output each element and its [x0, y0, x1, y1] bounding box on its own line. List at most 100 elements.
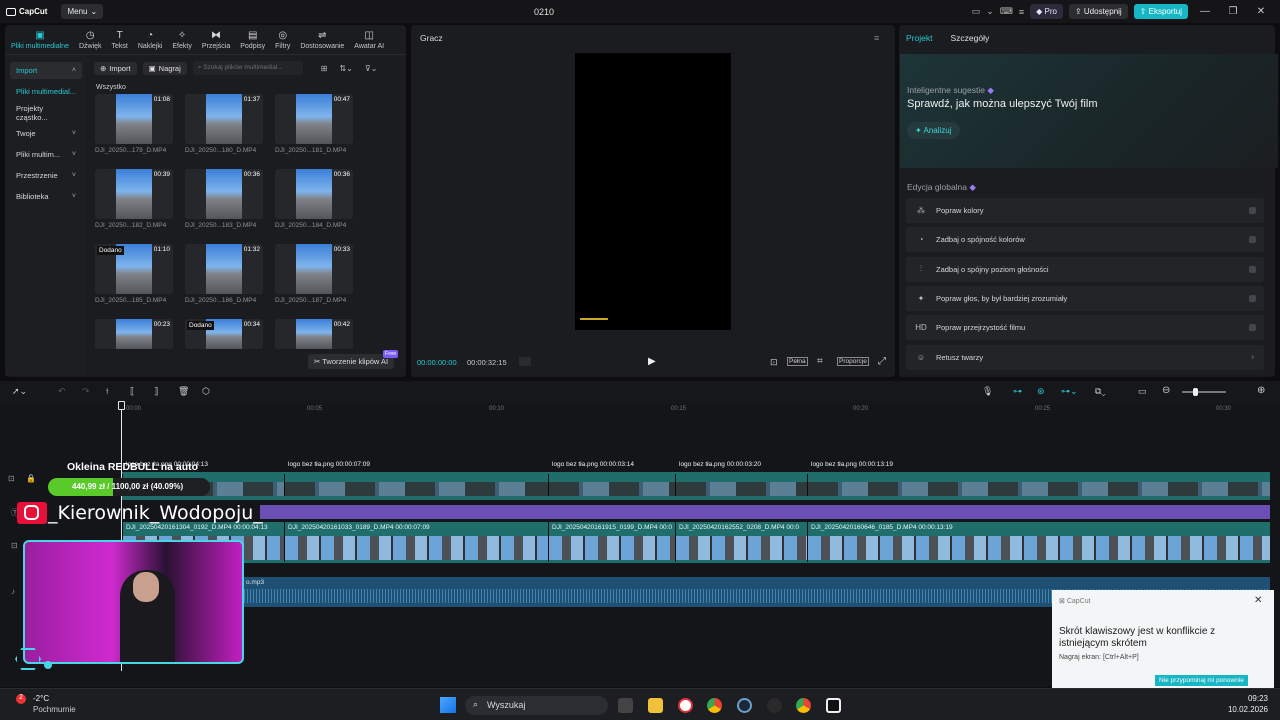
video-preview[interactable] — [575, 53, 731, 330]
maximize-icon[interactable]: ❐ — [1222, 6, 1244, 17]
microphone-icon[interactable]: 🎙 — [982, 386, 993, 397]
play-icon[interactable]: ▶ — [648, 356, 656, 367]
sidebar-item[interactable]: Biblioteka ˅ — [10, 188, 82, 205]
lock-icon[interactable]: 🔒 — [26, 474, 36, 483]
taskbar-search[interactable]: ⌕ Wyszukaj — [465, 696, 608, 715]
capcut-taskbar-icon[interactable] — [826, 698, 841, 713]
export-button[interactable]: ⇧ Eksportuj — [1133, 4, 1188, 19]
media-item[interactable]: 01:32 DJI_20250...186_D.MP4 — [185, 244, 263, 304]
toggle-switch[interactable] — [1249, 265, 1256, 273]
toggle-switch[interactable] — [1249, 207, 1256, 214]
chrome-icon[interactable] — [707, 698, 722, 713]
close-icon[interactable]: ✕ — [1250, 6, 1272, 17]
text-track[interactable] — [260, 505, 1270, 519]
windows-start-icon[interactable] — [440, 697, 456, 713]
media-item[interactable]: 01:37 DJI_20250...180_D.MP4 — [185, 94, 263, 154]
preview-axis-icon[interactable]: ⧉⌄ — [1095, 386, 1106, 397]
hamburger-icon[interactable]: ≡ — [1019, 7, 1024, 17]
sticker-clip[interactable]: logo bez tła.png 00:00:07:09 — [284, 461, 548, 496]
tab-avatar[interactable]: ◫ Awatar AI — [349, 26, 389, 54]
toast-close-icon[interactable]: ✕ — [1254, 595, 1262, 606]
sidebar-item[interactable]: Twoje ˅ — [10, 125, 82, 142]
steam-icon[interactable] — [737, 698, 752, 713]
tab-captions[interactable]: ▤ Podpisy — [235, 26, 270, 54]
record-button[interactable]: ▣ Nagraj — [142, 61, 187, 75]
filter-icon[interactable]: ⊽⌄ — [365, 64, 378, 73]
split-icon[interactable]: ⟊ — [106, 386, 108, 397]
player-menu-icon[interactable]: ≡ — [874, 33, 879, 43]
media-item[interactable]: 00:36 DJI_20250...184_D.MP4 — [275, 169, 353, 229]
toggle-switch[interactable] — [1249, 294, 1256, 302]
sidebar-item[interactable]: Projekty cząstko... — [10, 104, 82, 122]
fullscreen-icon[interactable]: ⤢ — [878, 356, 886, 367]
sidebar-item[interactable]: Import ˄ — [10, 62, 82, 79]
timecode-toggle-icon[interactable] — [519, 357, 531, 366]
zoom-out-icon[interactable]: ⊖ — [1162, 385, 1170, 396]
weather-desc[interactable]: Pochmurnie — [33, 705, 76, 714]
project-title[interactable]: 0210 — [534, 7, 554, 17]
media-item[interactable]: 00:36 DJI_20250...183_D.MP4 — [185, 169, 263, 229]
zoom-in-icon[interactable]: ⊕ — [1257, 385, 1265, 396]
media-item[interactable]: 00:34 Dodano — [185, 319, 263, 349]
full-quality-button[interactable]: Pełna — [787, 357, 808, 366]
tab-effects[interactable]: ✧ Efekty — [167, 26, 196, 54]
zoom-slider[interactable] — [1182, 391, 1226, 393]
trim-left-icon[interactable]: ⟦ — [130, 386, 134, 397]
tab-text[interactable]: T Tekst — [107, 26, 133, 54]
clock-time[interactable]: 09:23 — [1226, 694, 1268, 703]
media-search-input[interactable]: ⌕ Szukaj plików multimedial... — [192, 61, 303, 75]
layout-icon[interactable]: ▭ — [972, 6, 981, 17]
global-edit-item[interactable]: ◔ Zadbaj o spójność kolorów — [906, 227, 1264, 253]
pro-button[interactable]: ◆ Pro — [1030, 4, 1063, 19]
tab-sticker[interactable]: ◔ Naklejki — [133, 26, 168, 54]
media-item[interactable]: 00:23 — [95, 319, 173, 349]
ai-clips-button[interactable]: ✂ Tworzenie klipów AI — [308, 354, 395, 369]
tab-audio[interactable]: ◷ Dźwięk — [74, 26, 107, 54]
keyboard-icon[interactable]: ⌨ — [1000, 6, 1013, 17]
menu-button[interactable]: Menu ⌄ — [61, 4, 104, 19]
tab-transition[interactable]: ⧓ Przejścia — [197, 26, 235, 54]
import-button[interactable]: ⊕ Import — [94, 61, 137, 75]
trim-right-icon[interactable]: ⟧ — [154, 386, 158, 397]
ratio-button[interactable]: Proporcje — [837, 357, 869, 366]
media-item[interactable]: 00:33 DJI_20250...187_D.MP4 — [275, 244, 353, 304]
sticker-clip[interactable]: logo bez tła.png 00:00:03:14 — [548, 461, 675, 496]
video-clip[interactable]: DJI_20250420161033_0189_D.MP4 00:00:07:0… — [284, 522, 548, 562]
media-item[interactable]: 00:47 DJI_20250...181_D.MP4 — [275, 94, 353, 154]
link-icon[interactable]: ⊶ — [1013, 386, 1022, 397]
media-item[interactable]: 00:39 DJI_20250...182_D.MP4 — [95, 169, 173, 229]
file-explorer-icon[interactable] — [648, 698, 663, 713]
media-item[interactable]: 01:08 DJI_20250...179_D.MP4 — [95, 94, 173, 154]
subtitle-icon[interactable]: ▭ — [1138, 386, 1147, 397]
sidebar-item[interactable]: Przestrzenie ˅ — [10, 167, 82, 184]
toggle-switch[interactable] — [1249, 236, 1256, 244]
tab-media[interactable]: ▣ Pliki multimedialne — [6, 26, 74, 54]
global-edit-item[interactable]: ☺ Retusz twarzy › — [906, 344, 1264, 370]
timeline-ruler[interactable]: 00:00 00:05 00:10 00:15 00:20 00:25 00:30 — [0, 403, 1280, 417]
crop-icon[interactable]: ⊡ — [770, 357, 778, 368]
sticker-clip[interactable]: logo bez tła.png 00:00:13:19 — [807, 461, 1270, 496]
video-clip[interactable]: DJI_20250420160646_0185_D.MP4 00:00:13:1… — [807, 522, 1270, 562]
redo-icon[interactable]: ↷ — [82, 386, 90, 397]
global-edit-item[interactable]: ⫶ Zadbaj o spójny poziom głośności — [906, 256, 1264, 282]
share-button[interactable]: ⇪ Udostępnij — [1068, 4, 1128, 19]
weather-temp[interactable]: -2°C — [33, 694, 49, 703]
analyze-button[interactable]: ✦ Analizuj — [907, 122, 960, 139]
video-clip[interactable]: DJI_20250420161915_0199_D.MP4 00:0 — [548, 522, 675, 562]
sort-icon[interactable]: ⇅⌄ — [339, 64, 352, 73]
opera-icon[interactable] — [678, 698, 693, 713]
minimize-icon[interactable]: — — [1194, 6, 1216, 17]
select-tool-icon[interactable]: ➚⌄ — [12, 386, 27, 397]
task-view-icon[interactable] — [618, 698, 633, 713]
video-clip[interactable]: DJI_20250420162552_0208_D.MP4 00:0 — [675, 522, 807, 562]
sidebar-item[interactable]: Pliki multimedial... — [10, 83, 82, 100]
playhead-handle[interactable] — [118, 401, 125, 410]
tab-project[interactable]: Projekt — [906, 33, 932, 43]
global-edit-item[interactable]: ✦ Popraw głos, by był bardziej zrozumiały — [906, 285, 1264, 311]
magnet-icon[interactable]: ⊛ — [1037, 386, 1045, 397]
dont-remind-button[interactable]: Nie przypominaj mi ponownie — [1155, 675, 1248, 686]
chrome-profile-icon[interactable] — [796, 698, 811, 713]
fit-icon[interactable]: ⌗ — [817, 356, 823, 367]
undo-icon[interactable]: ↶ — [58, 386, 66, 397]
snap-icon[interactable]: ⊶⌄ — [1061, 386, 1078, 397]
